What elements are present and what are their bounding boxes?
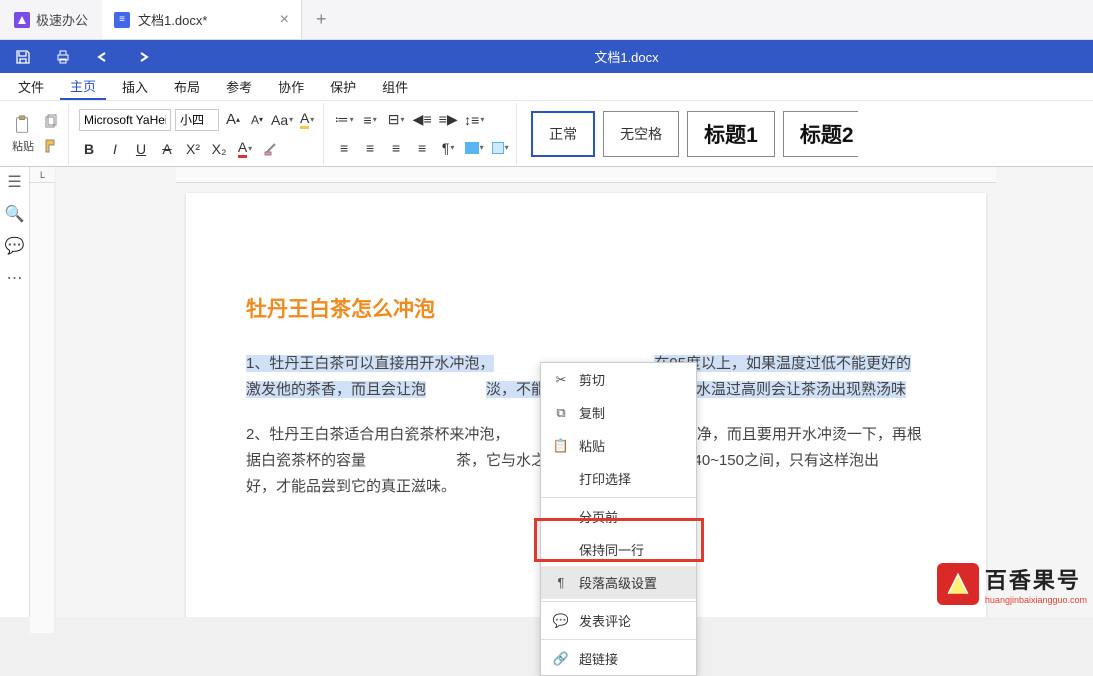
style-heading1[interactable]: 标题1 xyxy=(687,111,775,157)
watermark-icon xyxy=(937,563,979,605)
font-color-button[interactable]: A▾ xyxy=(235,139,255,159)
menu-protect[interactable]: 保护 xyxy=(320,74,366,99)
cut-icon: ✂ xyxy=(553,372,569,388)
pilcrow-icon: ¶ xyxy=(553,575,569,591)
ctx-separator xyxy=(541,639,696,640)
sidebar-toc-icon[interactable]: ☰ xyxy=(6,173,24,191)
ctx-separator xyxy=(541,497,696,498)
menu-bar: 文件 主页 插入 布局 参考 协作 保护 组件 xyxy=(0,73,1093,101)
style-nospace[interactable]: 无空格 xyxy=(603,111,679,157)
shrink-font-button[interactable]: A▾ xyxy=(247,110,267,130)
document-icon: ≡ xyxy=(114,12,130,28)
decrease-indent-button[interactable]: ◀≡ xyxy=(412,110,432,130)
shading-button[interactable]: ▾ xyxy=(464,138,484,158)
menu-collab[interactable]: 协作 xyxy=(268,74,314,99)
app-name: 极速办公 xyxy=(36,10,88,29)
clear-format-button[interactable] xyxy=(261,139,281,159)
document-tab[interactable]: ≡ 文档1.docx* × xyxy=(102,0,302,39)
sidebar-comment-icon[interactable]: 💬 xyxy=(6,237,24,255)
sidebar-more-icon[interactable]: ⋯ xyxy=(6,269,24,287)
selection-text: 1、牡丹王白茶可以直接用开水冲泡， xyxy=(246,355,494,372)
bullets-button[interactable]: ≔▾ xyxy=(334,110,354,130)
paste-icon: 📋 xyxy=(553,438,569,454)
save-button[interactable] xyxy=(10,44,36,70)
menu-insert[interactable]: 插入 xyxy=(112,74,158,99)
ribbon-paragraph: ≔▾ ≡▾ ⊟▾ ◀≡ ≡▶ ↕≡▾ ≡ ≡ ≡ ≡ ¶▾ ▾ ▾ xyxy=(328,103,517,164)
italic-button[interactable]: I xyxy=(105,139,125,159)
strike-button[interactable]: A xyxy=(157,139,177,159)
document-tab-label: 文档1.docx* xyxy=(138,10,207,29)
window-title: 文档1.docx xyxy=(170,47,1083,66)
menu-home[interactable]: 主页 xyxy=(60,73,106,100)
multilevel-button[interactable]: ⊟▾ xyxy=(386,110,406,130)
ruler-column: L xyxy=(30,167,56,617)
menu-layout[interactable]: 布局 xyxy=(164,74,210,99)
redo-button[interactable] xyxy=(130,44,156,70)
line-spacing-button[interactable]: ↕≡▾ xyxy=(464,110,484,130)
align-left-button[interactable]: ≡ xyxy=(334,138,354,158)
app-tab[interactable]: 极速办公 xyxy=(0,0,102,39)
increase-indent-button[interactable]: ≡▶ xyxy=(438,110,458,130)
ruler-corner: L xyxy=(30,167,55,183)
font-name-select[interactable] xyxy=(79,109,171,131)
numbering-button[interactable]: ≡▾ xyxy=(360,110,380,130)
paste-label: 粘贴 xyxy=(12,138,34,154)
link-icon: 🔗 xyxy=(553,651,569,667)
undo-button[interactable] xyxy=(90,44,116,70)
bold-button[interactable]: B xyxy=(79,139,99,159)
menu-component[interactable]: 组件 xyxy=(372,74,418,99)
sidebar: ☰ 🔍 💬 ⋯ xyxy=(0,167,30,617)
style-normal[interactable]: 正常 xyxy=(531,111,595,157)
ctx-page-before[interactable]: 分页前 xyxy=(541,500,696,533)
superscript-button[interactable]: X² xyxy=(183,139,203,159)
menu-reference[interactable]: 参考 xyxy=(216,74,262,99)
ctx-copy[interactable]: ⧉复制 xyxy=(541,396,696,429)
context-menu: ✂剪切 ⧉复制 📋粘贴 打印选择 分页前 保持同一行 ¶段落高级设置 💬发表评论… xyxy=(540,362,697,676)
align-justify-button[interactable]: ≡ xyxy=(412,138,432,158)
ctx-cut[interactable]: ✂剪切 xyxy=(541,363,696,396)
ctx-separator xyxy=(541,601,696,602)
watermark: 百香果号 huangjinbaixiangguo.com xyxy=(937,563,1087,605)
ctx-comment[interactable]: 💬发表评论 xyxy=(541,604,696,637)
quick-access-bar: 文档1.docx xyxy=(0,40,1093,73)
underline-button[interactable]: U xyxy=(131,139,151,159)
document-title: 牡丹王白茶怎么冲泡 xyxy=(246,293,926,323)
vertical-ruler[interactable] xyxy=(30,183,55,633)
highlight-button[interactable]: A▾ xyxy=(297,110,317,130)
menu-file[interactable]: 文件 xyxy=(8,74,54,99)
change-case-button[interactable]: Aa▾ xyxy=(271,110,293,130)
ribbon-clipboard: 粘贴 xyxy=(6,103,69,164)
copy-icon: ⧉ xyxy=(553,405,569,421)
grow-font-button[interactable]: A▴ xyxy=(223,110,243,130)
font-size-select[interactable] xyxy=(175,109,219,131)
paste-button[interactable]: 粘贴 xyxy=(12,114,34,154)
horizontal-ruler[interactable] xyxy=(176,167,996,183)
watermark-title: 百香果号 xyxy=(985,563,1087,595)
app-icon xyxy=(14,12,30,28)
title-bar: 极速办公 ≡ 文档1.docx* × + xyxy=(0,0,1093,40)
borders-button[interactable]: ▾ xyxy=(490,138,510,158)
close-tab-button[interactable]: × xyxy=(280,11,289,29)
ctx-paragraph-advanced[interactable]: ¶段落高级设置 xyxy=(541,566,696,599)
copy-button[interactable] xyxy=(40,111,62,133)
comment-icon: 💬 xyxy=(553,613,569,629)
align-right-button[interactable]: ≡ xyxy=(386,138,406,158)
ctx-paste[interactable]: 📋粘贴 xyxy=(541,429,696,462)
format-painter-button[interactable] xyxy=(40,135,62,157)
new-tab-button[interactable]: + xyxy=(302,9,341,30)
ribbon: 粘贴 A▴ A▾ Aa▾ A▾ B I U A X² X₂ A▾ xyxy=(0,101,1093,167)
ribbon-styles: 正常 无空格 标题1 标题2 xyxy=(521,103,863,164)
show-marks-button[interactable]: ¶▾ xyxy=(438,138,458,158)
ctx-keep-line[interactable]: 保持同一行 xyxy=(541,533,696,566)
subscript-button[interactable]: X₂ xyxy=(209,139,229,159)
print-button[interactable] xyxy=(50,44,76,70)
ctx-hyperlink[interactable]: 🔗超链接 xyxy=(541,642,696,675)
align-center-button[interactable]: ≡ xyxy=(360,138,380,158)
style-heading2[interactable]: 标题2 xyxy=(783,111,858,157)
ctx-print-select[interactable]: 打印选择 xyxy=(541,462,696,495)
ribbon-font: A▴ A▾ Aa▾ A▾ B I U A X² X₂ A▾ xyxy=(73,103,324,164)
sidebar-search-icon[interactable]: 🔍 xyxy=(6,205,24,223)
watermark-url: huangjinbaixiangguo.com xyxy=(985,595,1087,605)
